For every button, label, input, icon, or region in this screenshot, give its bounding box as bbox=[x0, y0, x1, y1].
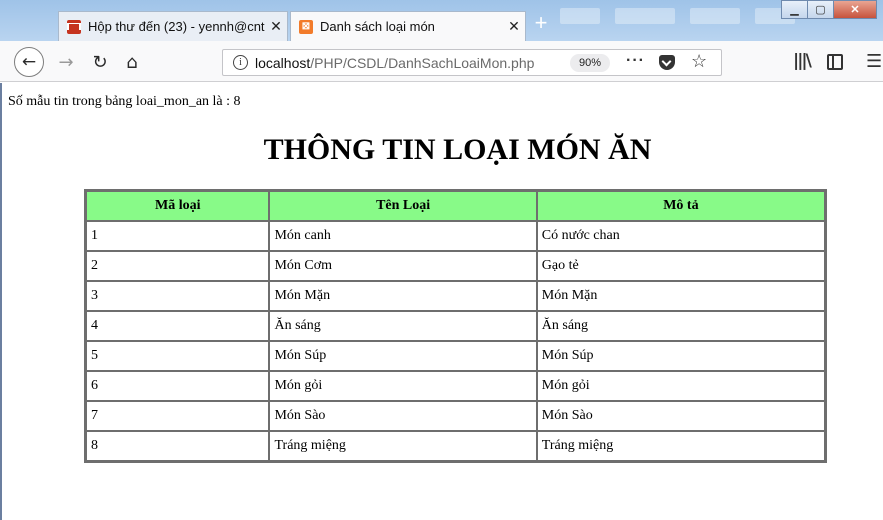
cell-mo-ta: Món Súp bbox=[536, 341, 825, 371]
navigation-bar: ← → ↻ ⌂ i localhost/PHP/CSDL/DanhSachLoa… bbox=[0, 41, 883, 82]
table-row: 5 Món Súp Món Súp bbox=[86, 341, 825, 371]
cell-ten-loai: Món Sào bbox=[269, 401, 537, 431]
page-actions-icon[interactable]: ··· bbox=[626, 52, 645, 70]
cell-ma-loai: 2 bbox=[86, 251, 270, 281]
cell-ten-loai: Món Cơm bbox=[269, 251, 537, 281]
table-header-row: Mã loại Tên Loại Mô tả bbox=[86, 191, 825, 221]
window-close-button[interactable]: ✕ bbox=[833, 0, 877, 19]
column-header-mo-ta: Mô tả bbox=[536, 191, 825, 221]
tab-danh-sach-loai-mon[interactable]: ⊠ Danh sách loại món ✕ bbox=[290, 11, 526, 41]
gmail-icon bbox=[67, 19, 81, 34]
cell-mo-ta: Món gỏi bbox=[536, 371, 825, 401]
table-row: 8 Tráng miệng Tráng miệng bbox=[86, 431, 825, 461]
arrow-right-icon: → bbox=[58, 51, 74, 73]
table-row: 3 Món Mặn Món Mặn bbox=[86, 281, 825, 311]
cell-mo-ta: Gạo tẻ bbox=[536, 251, 825, 281]
back-button[interactable]: ← bbox=[14, 47, 44, 77]
cell-ten-loai: Tráng miệng bbox=[269, 431, 537, 461]
arrow-left-icon: ← bbox=[21, 52, 37, 72]
table-row: 4 Ăn sáng Ăn sáng bbox=[86, 311, 825, 341]
minimize-button[interactable]: ▁ bbox=[781, 0, 808, 19]
tab-title: Hộp thư đến (23) - yennh@cnt bbox=[88, 19, 265, 34]
close-icon[interactable]: ✕ bbox=[265, 18, 287, 35]
cell-mo-ta: Ăn sáng bbox=[536, 311, 825, 341]
home-button[interactable]: ⌂ bbox=[118, 49, 146, 75]
pocket-icon[interactable] bbox=[659, 55, 675, 70]
reload-icon: ↻ bbox=[92, 51, 108, 73]
hamburger-menu-icon[interactable]: ☰ bbox=[866, 51, 882, 72]
cell-mo-ta: Món Sào bbox=[536, 401, 825, 431]
cell-mo-ta: Tráng miệng bbox=[536, 431, 825, 461]
cell-ten-loai: Món Súp bbox=[269, 341, 537, 371]
url-text[interactable]: localhost/PHP/CSDL/DanhSachLoaiMon.php bbox=[255, 55, 565, 71]
cell-mo-ta: Có nước chan bbox=[536, 221, 825, 251]
reload-button[interactable]: ↻ bbox=[86, 49, 114, 75]
table-row: 6 Món gỏi Món gỏi bbox=[86, 371, 825, 401]
url-path: /PHP/CSDL/DanhSachLoaiMon.php bbox=[310, 55, 535, 71]
address-bar[interactable]: i localhost/PHP/CSDL/DanhSachLoaiMon.php… bbox=[222, 49, 722, 76]
column-header-ma-loai: Mã loại bbox=[86, 191, 270, 221]
close-icon[interactable]: ✕ bbox=[503, 18, 525, 35]
new-tab-button[interactable]: + bbox=[530, 12, 552, 35]
cell-ma-loai: 4 bbox=[86, 311, 270, 341]
page-title: THÔNG TIN LOẠI MÓN ĂN bbox=[263, 133, 652, 166]
title-bar-decoration bbox=[615, 8, 675, 24]
tab-title: Danh sách loại món bbox=[320, 19, 435, 34]
window-left-edge bbox=[0, 83, 2, 520]
table-row: 2 Món Cơm Gạo tẻ bbox=[86, 251, 825, 281]
library-icon[interactable]: |||\ bbox=[793, 51, 812, 71]
cell-ten-loai: Món gỏi bbox=[269, 371, 537, 401]
cell-ma-loai: 8 bbox=[86, 431, 270, 461]
cell-ma-loai: 6 bbox=[86, 371, 270, 401]
forward-button[interactable]: → bbox=[52, 49, 80, 75]
cell-ma-loai: 7 bbox=[86, 401, 270, 431]
cell-mo-ta: Món Mặn bbox=[536, 281, 825, 311]
title-bar-decoration bbox=[560, 8, 600, 24]
cell-ten-loai: Món canh bbox=[269, 221, 537, 251]
food-category-table: Mã loại Tên Loại Mô tả 1 Món canh Có nướ… bbox=[84, 189, 827, 463]
info-icon[interactable]: i bbox=[233, 55, 248, 70]
cell-ten-loai: Món Mặn bbox=[269, 281, 537, 311]
cell-ma-loai: 1 bbox=[86, 221, 270, 251]
column-header-ten-loai: Tên Loại bbox=[269, 191, 537, 221]
cell-ma-loai: 3 bbox=[86, 281, 270, 311]
record-count-text: Số mẫu tin trong bảng loai_mon_an là : 8 bbox=[8, 94, 241, 109]
home-icon: ⌂ bbox=[126, 51, 138, 73]
table-row: 1 Món canh Có nước chan bbox=[86, 221, 825, 251]
cell-ten-loai: Ăn sáng bbox=[269, 311, 537, 341]
browser-title-bar: Hộp thư đến (23) - yennh@cnt ✕ ⊠ Danh sá… bbox=[0, 0, 883, 41]
table-row: 7 Món Sào Món Sào bbox=[86, 401, 825, 431]
maximize-button[interactable]: ▢ bbox=[807, 0, 834, 19]
cell-ma-loai: 5 bbox=[86, 341, 270, 371]
url-host: localhost bbox=[255, 55, 311, 71]
title-bar-decoration bbox=[690, 8, 740, 24]
xampp-icon: ⊠ bbox=[299, 19, 313, 34]
page-content: Số mẫu tin trong bảng loai_mon_an là : 8… bbox=[0, 83, 883, 520]
bookmark-star-icon[interactable]: ☆ bbox=[691, 51, 707, 72]
sidebar-icon[interactable] bbox=[827, 54, 843, 70]
tab-inbox[interactable]: Hộp thư đến (23) - yennh@cnt ✕ bbox=[58, 11, 288, 41]
zoom-level-button[interactable]: 90% bbox=[570, 54, 610, 72]
window-controls: ▁ ▢ ✕ bbox=[781, 0, 877, 19]
